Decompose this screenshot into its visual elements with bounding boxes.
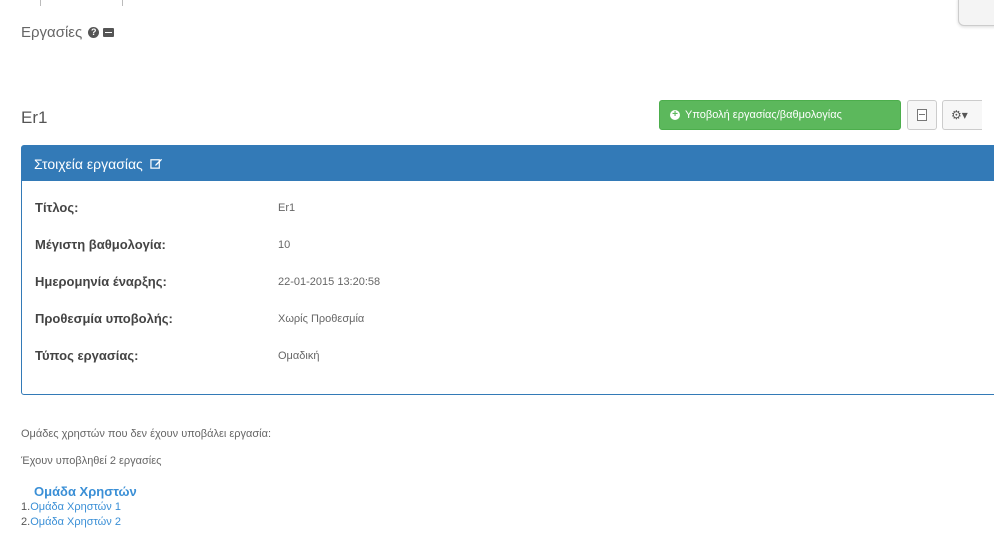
minimize-icon[interactable] xyxy=(103,28,115,37)
help-icon[interactable]: ? xyxy=(88,27,100,38)
group-table-heading[interactable]: Ομάδα Χρηστών xyxy=(21,484,137,500)
info-row-type: Τύπος εργασίας: Ομαδική xyxy=(22,337,994,374)
info-row-start-date: Ημερομηνία έναρξης: 22-01-2015 13:20:58 xyxy=(22,263,994,300)
document-icon xyxy=(917,109,927,121)
group-link[interactable]: Ομάδα Χρηστών 2 xyxy=(30,516,121,528)
plus-circle-icon: + xyxy=(670,110,680,120)
gear-icon: ⚙▾ xyxy=(951,108,968,122)
assignment-title: Er1 xyxy=(21,108,48,127)
info-row-deadline: Προθεσμία υποβολής: Χωρίς Προθεσμία xyxy=(22,300,994,337)
info-label: Προθεσμία υποβολής: xyxy=(35,311,173,326)
settings-dropdown-button[interactable]: ⚙▾ xyxy=(942,100,982,130)
top-right-button[interactable] xyxy=(958,0,994,26)
group-link[interactable]: Ομάδα Χρηστών 1 xyxy=(30,501,121,513)
panel-heading-label: Στοιχεία εργασίας xyxy=(34,155,143,172)
submit-grade-label: Υποβολή εργασίας/βαθμολογίας xyxy=(685,109,842,121)
info-value: 22-01-2015 13:20:58 xyxy=(278,275,381,288)
page: Εργασίες ? Er1 + Υποβολή εργασίας/βαθμολ… xyxy=(0,0,994,545)
groups-not-submitted-note: Ομάδες χρηστών που δεν έχουν υποβάλει ερ… xyxy=(21,428,272,440)
list-item-number: 2. xyxy=(21,516,31,528)
document-button[interactable] xyxy=(907,100,937,130)
info-label: Ημερομηνία έναρξης: xyxy=(35,274,167,289)
submit-grade-button[interactable]: + Υποβολή εργασίας/βαθμολογίας xyxy=(659,100,901,130)
submitted-count: Έχουν υποβληθεί 2 εργασίες xyxy=(21,455,162,467)
info-value: Er1 xyxy=(278,201,296,214)
breadcrumb-remnant xyxy=(40,0,140,8)
info-value: Ομαδική xyxy=(278,349,320,362)
section-title: Εργασίες xyxy=(21,24,83,41)
info-label: Μέγιστη βαθμολογία: xyxy=(35,237,166,252)
info-row-title: Τίτλος: Er1 xyxy=(22,189,994,226)
list-item-number: 1. xyxy=(21,501,31,513)
panel-heading: Στοιχεία εργασίας xyxy=(22,146,994,181)
info-row-max-grade: Μέγιστη βαθμολογία: 10 xyxy=(22,226,994,263)
info-value: 10 xyxy=(278,238,291,251)
info-label: Τίτλος: xyxy=(35,200,79,215)
edit-icon[interactable] xyxy=(150,157,163,170)
list-item: 1.Ομάδα Χρηστών 1 xyxy=(21,500,137,515)
panel-body: Τίτλος: Er1 Μέγιστη βαθμολογία: 10 Ημερο… xyxy=(22,181,994,374)
assignment-details-panel: Στοιχεία εργασίας Τίτλος: Er1 Μέγιστη βα… xyxy=(21,145,994,395)
section-header: Εργασίες ? xyxy=(21,24,115,41)
action-toolbar: + Υποβολή εργασίας/βαθμολογίας ⚙▾ xyxy=(659,100,982,130)
info-value: Χωρίς Προθεσμία xyxy=(278,312,365,325)
info-label: Τύπος εργασίας: xyxy=(35,348,139,363)
list-item: 2.Ομάδα Χρηστών 2 xyxy=(21,515,137,530)
user-group-table: Ομάδα Χρηστών 1.Ομάδα Χρηστών 1 2.Ομάδα … xyxy=(21,484,137,530)
